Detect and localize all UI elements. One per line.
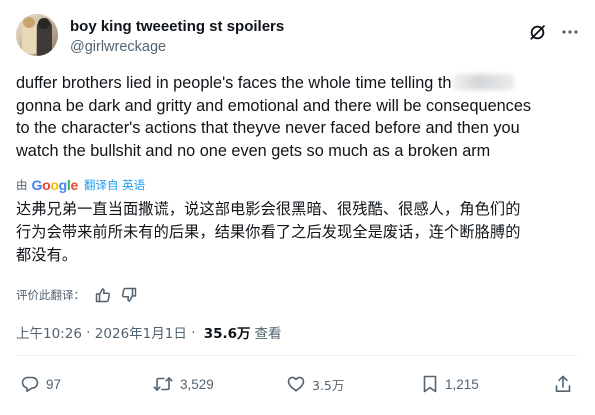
tweet-line: duffer brothers lied in people's faces t…	[16, 72, 582, 95]
rate-translation-label: 评价此翻译：	[16, 288, 85, 302]
bookmark-count: 1,215	[445, 376, 479, 392]
views-count[interactable]: 35.6万	[204, 322, 251, 342]
heart-icon	[286, 374, 306, 394]
retweet-icon	[152, 374, 174, 394]
header-icons	[528, 22, 579, 42]
reply-button[interactable]: 97	[20, 372, 61, 396]
translated-line: 都没有。	[16, 246, 78, 264]
meta-separator: ·	[81, 324, 95, 340]
tweet-line: watch the bullshit and no one even gets …	[16, 141, 491, 160]
divider	[16, 355, 579, 356]
share-button[interactable]	[554, 372, 572, 396]
google-logo-letter: o	[50, 177, 59, 193]
action-bar: 97 3,529 3.5万 1,215	[16, 372, 579, 396]
display-name[interactable]: boy king tweeeting st spoilers	[70, 17, 284, 37]
google-logo-letter: e	[70, 177, 78, 193]
tweet-meta: 上午10:26 · 2026年1月1日 · 35.6万 查看	[16, 322, 282, 342]
like-button[interactable]: 3.5万	[286, 372, 344, 396]
google-logo: Google	[31, 177, 79, 193]
retweet-button[interactable]: 3,529	[152, 372, 214, 396]
thumbs-down-icon[interactable]	[121, 287, 137, 303]
retweet-count: 3,529	[180, 376, 214, 392]
translated-by-label: 由	[16, 178, 28, 192]
like-count: 3.5万	[312, 377, 345, 393]
reply-icon	[20, 374, 40, 394]
handle[interactable]: @girlwreckage	[70, 37, 284, 57]
tweet-line: to the character's actions that theyve n…	[16, 119, 520, 138]
rate-translation: 评价此翻译：	[16, 286, 137, 304]
translated-text: 达弗兄弟一直当面撒谎，说这部电影会很黑暗、很残酷、很感人，角色们的 行为会带来前…	[16, 198, 582, 267]
tweet-time[interactable]: 上午10:26	[16, 322, 82, 342]
meta-separator: ·	[186, 324, 200, 340]
author-names: boy king tweeeting st spoilers @girlwrec…	[70, 17, 284, 57]
reply-count: 97	[46, 376, 62, 392]
translation-attribution: 由 Google 翻译自 英语	[16, 176, 145, 194]
share-icon	[554, 374, 572, 394]
google-logo-letter: G	[31, 177, 43, 193]
avatar[interactable]	[16, 14, 58, 56]
thumbs-up-icon[interactable]	[95, 287, 111, 303]
tweet-text: duffer brothers lied in people's faces t…	[16, 72, 582, 162]
translated-from-link[interactable]: 翻译自 英语	[84, 177, 145, 193]
views-label[interactable]: 查看	[255, 322, 282, 342]
grok-slash-icon[interactable]	[528, 23, 547, 42]
tweet-line: gonna be dark and gritty and emotional a…	[16, 96, 532, 115]
bookmark-icon	[421, 374, 439, 394]
tweet-date[interactable]: 2026年1月1日	[95, 322, 187, 342]
more-icon[interactable]	[561, 23, 579, 41]
tweet-header: boy king tweeeting st spoilers @girlwrec…	[16, 12, 579, 60]
translated-line: 达弗兄弟一直当面撒谎，说这部电影会很黑暗、很残酷、很感人，角色们的	[16, 200, 521, 218]
redacted-blur	[452, 74, 515, 90]
google-logo-letter: g	[58, 177, 68, 193]
translated-line: 行为会带来前所未有的后果，结果你看了之后发现全是废话，连个断胳膊的	[16, 223, 521, 241]
bookmark-button[interactable]: 1,215	[421, 372, 479, 396]
